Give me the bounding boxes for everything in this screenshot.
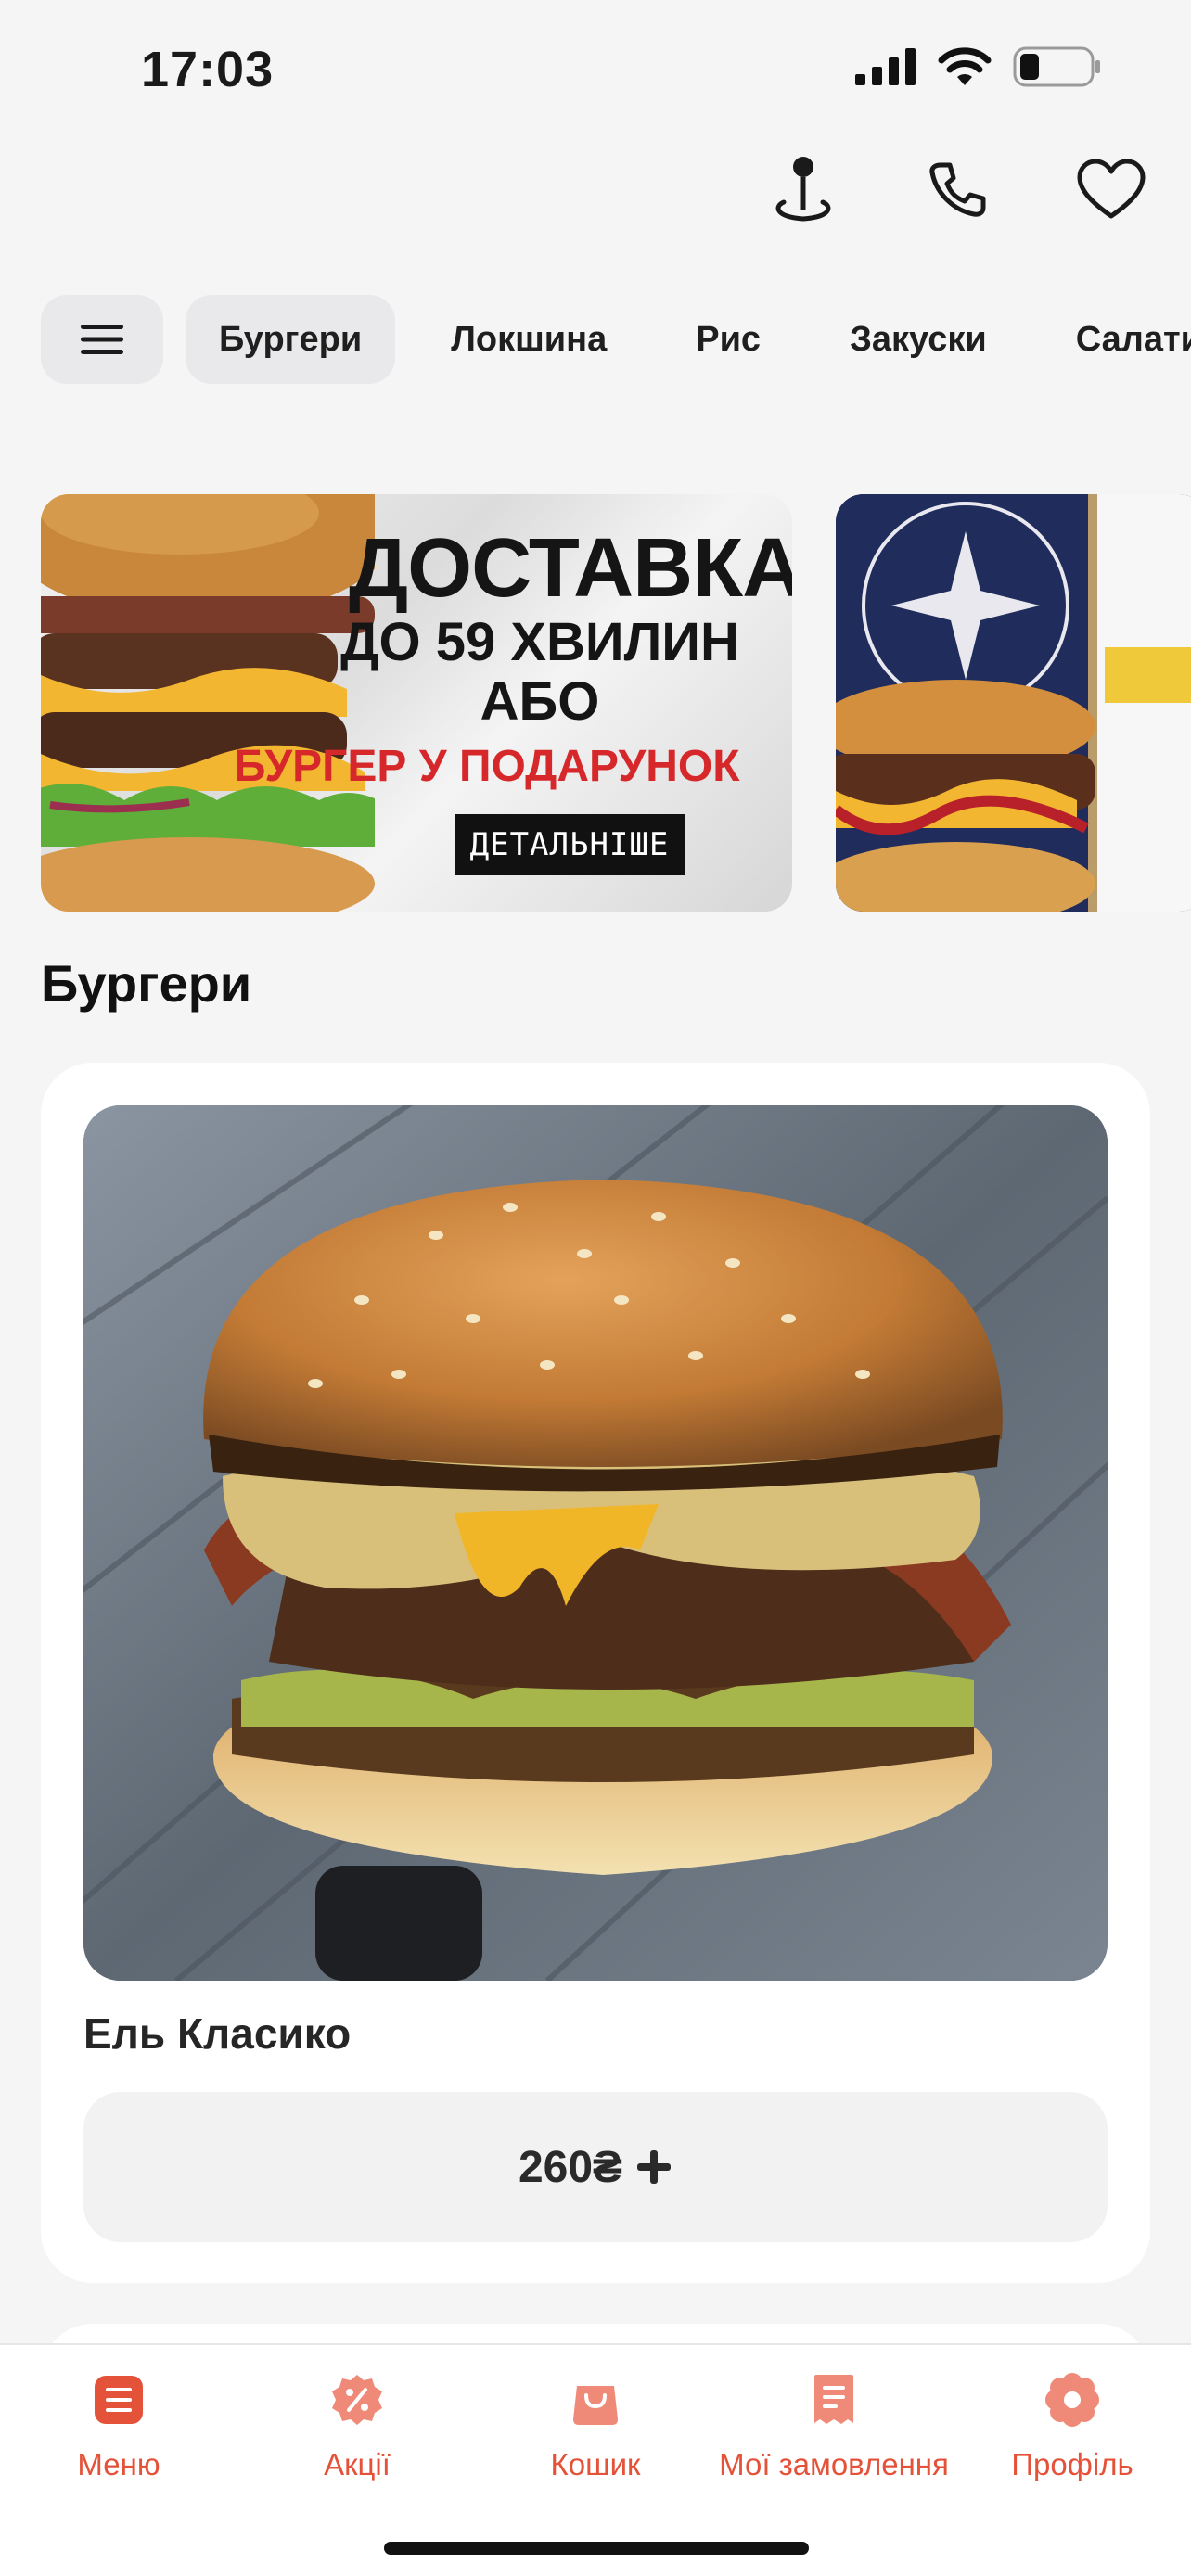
tab-salads[interactable]: Салати <box>1043 295 1191 384</box>
category-tabs: Бургери Локшина Рис Закуски Салати <box>41 295 1191 384</box>
nav-item-profile[interactable]: Профіль <box>952 2371 1191 2482</box>
heart-icon <box>1077 159 1146 219</box>
promo-banner-delivery[interactable]: ДОСТАВКА ДО 59 ХВИЛИН АБО БУРГЕР У ПОДАР… <box>41 494 792 912</box>
battery-icon <box>1013 46 1100 87</box>
phone-icon <box>929 162 986 217</box>
promo-banner-2[interactable] <box>836 494 1191 912</box>
product-price: 260₴ <box>518 2142 623 2192</box>
burger-photo <box>83 1105 1108 1981</box>
receipt-icon <box>814 2375 853 2424</box>
nav-item-menu[interactable]: Меню <box>0 2371 239 2482</box>
banner-line-2: АБО <box>480 671 600 732</box>
tab-rice[interactable]: Рис <box>662 295 794 384</box>
banner-title: ДОСТАВКА <box>349 522 792 615</box>
favorites-button[interactable] <box>1076 154 1146 224</box>
nav-item-cart[interactable]: Кошик <box>475 2371 716 2482</box>
nav-label-cart: Кошик <box>550 2447 641 2481</box>
nav-label-promotions: Акції <box>324 2447 391 2481</box>
product-name: Ель Класико <box>83 2009 352 2058</box>
product-card[interactable]: Ель Класико 260₴ <box>41 1063 1150 2283</box>
tab-burgers[interactable]: Бургери <box>186 295 396 384</box>
cellular-signal-icon <box>855 48 916 85</box>
nav-label-profile: Профіль <box>1011 2447 1133 2481</box>
profile-icon <box>1045 2373 1099 2427</box>
nav-label-orders: Мої замовлення <box>719 2447 949 2481</box>
status-bar: 17:03 <box>0 0 1191 139</box>
bottom-navigation: Меню Акції Кошик Мої замовлення Профіль <box>0 2343 1191 2576</box>
hamburger-menu-icon <box>81 325 123 354</box>
home-indicator <box>384 2542 809 2555</box>
location-button[interactable] <box>768 154 839 224</box>
discount-icon <box>332 2375 382 2425</box>
status-time: 17:03 <box>141 42 275 97</box>
header-actions <box>768 154 1146 224</box>
add-to-cart-button[interactable]: 260₴ <box>83 2092 1108 2242</box>
nav-item-promotions[interactable]: Акції <box>237 2371 478 2482</box>
banner-text: ДОСТАВКА ДО 59 ХВИЛИН АБО БУРГЕР У ПОДАР… <box>234 522 792 795</box>
banner-2-image <box>836 494 1191 912</box>
nav-item-orders[interactable]: Мої замовлення <box>713 2371 954 2482</box>
tab-snacks[interactable]: Закуски <box>816 295 1020 384</box>
section-title: Бургери <box>41 954 252 1013</box>
product-image[interactable] <box>83 1105 1108 1981</box>
categories-menu-button[interactable] <box>41 295 163 384</box>
tab-noodles[interactable]: Локшина <box>417 295 640 384</box>
wifi-icon <box>938 47 992 85</box>
location-pin-icon <box>775 157 831 222</box>
banner-promo-text: БУРГЕР У ПОДАРУНОК <box>234 742 740 791</box>
banner-line-1: ДО 59 ХВИЛИН <box>340 612 739 672</box>
status-icons <box>855 46 1102 87</box>
menu-list-icon <box>95 2376 143 2424</box>
promo-carousel[interactable]: ДОСТАВКА ДО 59 ХВИЛИН АБО БУРГЕР У ПОДАР… <box>41 494 1191 912</box>
plus-icon <box>637 2150 672 2184</box>
phone-button[interactable] <box>922 154 992 224</box>
banner-details-button[interactable]: ДЕТАЛЬНІШЕ <box>455 814 685 875</box>
bag-icon <box>573 2386 618 2425</box>
nav-label-menu: Меню <box>77 2447 160 2481</box>
